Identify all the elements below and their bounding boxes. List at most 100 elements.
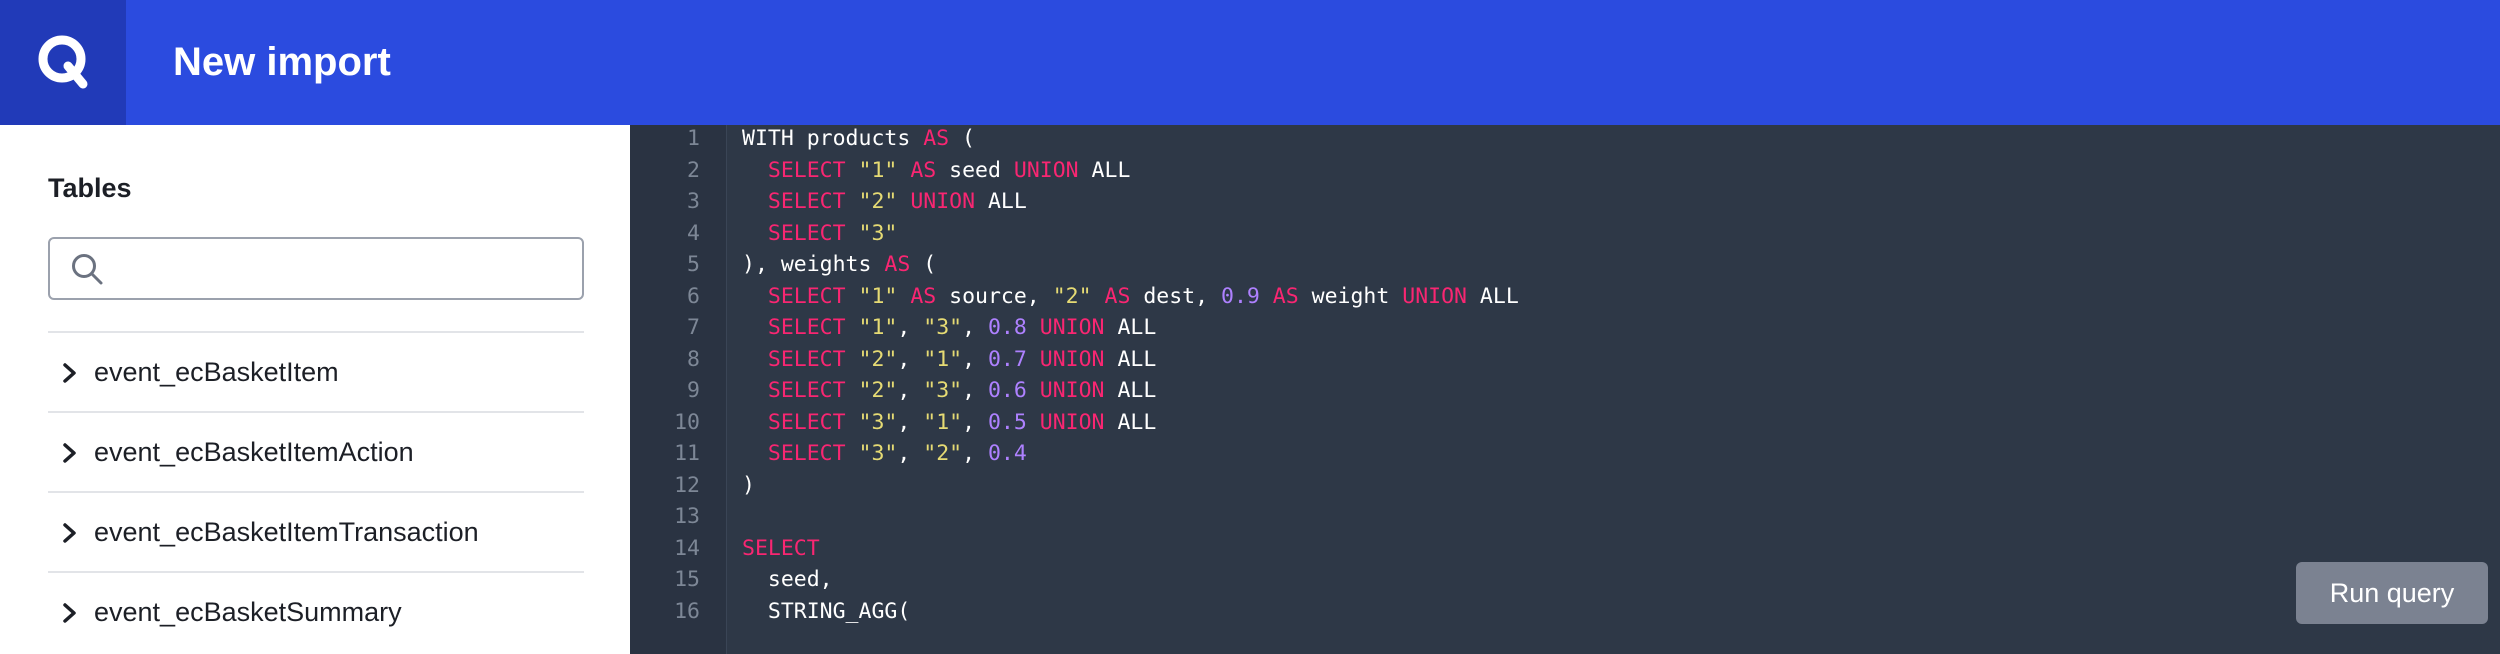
- sql-string: "1": [923, 409, 963, 435]
- sql-number: 0.7: [987, 346, 1027, 372]
- line-number: 7: [687, 315, 700, 340]
- line-number: 16: [674, 598, 700, 624]
- sql-text: ,: [897, 315, 924, 340]
- app-logo[interactable]: [0, 0, 126, 125]
- sql-text: ,: [962, 441, 988, 466]
- sql-text: weight: [1298, 283, 1403, 309]
- sql-string: "3": [858, 220, 898, 246]
- table-item[interactable]: event_ecBasketItem: [48, 331, 584, 411]
- sql-text: ), weights: [742, 252, 885, 277]
- line-number: 9: [687, 378, 700, 403]
- chevron-right-icon: [63, 603, 76, 623]
- table-list: event_ecBasketItem event_ecBasketItemAct…: [48, 331, 584, 651]
- sql-keyword: SELECT: [767, 378, 846, 403]
- line-number: 11: [674, 441, 700, 466]
- sql-keyword: SELECT: [767, 220, 846, 246]
- line-number: 6: [687, 283, 700, 309]
- sql-text: ,: [962, 315, 988, 340]
- sql-text: ALL: [1466, 283, 1519, 309]
- tables-sidebar: Tables event_ecBasketItem event_ecBasket…: [0, 125, 630, 654]
- code-line: SELECT "1", "3", 0.8 UNION ALL: [742, 312, 1156, 344]
- sql-keyword: SELECT: [767, 157, 846, 183]
- sql-string: "3": [923, 315, 963, 340]
- sql-keyword: UNION: [1013, 157, 1079, 183]
- line-number: 15: [674, 567, 700, 592]
- sql-text: ,: [897, 441, 924, 466]
- sql-text: ,: [962, 409, 988, 435]
- sql-string: "3": [858, 441, 898, 466]
- code-line: SELECT "1" AS source, "2" AS dest, 0.9 A…: [742, 281, 1519, 313]
- run-query-button[interactable]: Run query: [2296, 562, 2488, 624]
- sql-keyword: SELECT: [767, 283, 846, 309]
- sql-text: ,: [962, 346, 988, 372]
- sql-keyword: UNION: [1039, 378, 1105, 403]
- line-number: 1: [687, 126, 700, 151]
- code-line: SELECT "2" UNION ALL: [742, 186, 1027, 218]
- line-number: 10: [674, 409, 700, 435]
- sql-keyword: AS: [923, 126, 950, 151]
- table-item[interactable]: event_ecBasketItemAction: [48, 411, 584, 491]
- sql-text: (: [949, 126, 975, 151]
- table-item-label: event_ecBasketItemTransaction: [94, 517, 479, 547]
- sql-text: ,: [897, 378, 924, 403]
- table-search-box[interactable]: [48, 237, 584, 300]
- q-logo-icon: [38, 35, 88, 88]
- sql-text: ): [742, 472, 755, 498]
- sql-keyword: SELECT: [767, 315, 846, 340]
- code-line: ), weights AS (: [742, 249, 936, 281]
- line-number: 13: [674, 504, 700, 529]
- line-number: 8: [687, 346, 700, 372]
- sidebar-title: Tables: [48, 173, 132, 203]
- sql-text: (: [910, 252, 937, 277]
- line-number: 5: [687, 252, 700, 277]
- sql-text: ,: [897, 346, 924, 372]
- sql-number: 0.8: [987, 315, 1027, 340]
- table-item-label: event_ecBasketItem: [94, 357, 339, 387]
- sql-keyword: AS: [884, 252, 911, 277]
- search-icon: [72, 254, 103, 285]
- sql-string: "1": [858, 315, 898, 340]
- sql-string: "3": [923, 378, 963, 403]
- sql-string: "2": [858, 346, 898, 372]
- line-number: 12: [674, 472, 700, 498]
- table-item[interactable]: event_ecBasketItemTransaction: [48, 491, 584, 571]
- sql-text: source,: [936, 283, 1053, 309]
- sql-string: "2": [1052, 283, 1092, 309]
- chevron-right-icon: [63, 363, 76, 383]
- sql-keyword: AS: [1272, 283, 1299, 309]
- sql-string: "2": [923, 441, 963, 466]
- line-number: 14: [674, 535, 700, 561]
- page-title: New import: [173, 40, 391, 84]
- line-number: 2: [687, 157, 700, 183]
- code-line: ): [742, 470, 755, 502]
- table-search-input[interactable]: [120, 239, 574, 300]
- sql-keyword: UNION: [910, 189, 976, 214]
- sql-keyword: SELECT: [767, 346, 846, 372]
- table-item[interactable]: event_ecBasketSummary: [48, 571, 584, 651]
- sql-keyword: SELECT: [742, 535, 820, 561]
- sql-editor[interactable]: 1 WITH products AS (2 SELECT "1" AS seed …: [630, 125, 2500, 654]
- sql-keyword: SELECT: [767, 189, 846, 214]
- sql-number: 0.6: [987, 378, 1027, 403]
- sql-text: seed: [936, 157, 1014, 183]
- sql-text: ALL: [1104, 378, 1157, 403]
- table-item-label: event_ecBasketSummary: [94, 597, 402, 627]
- sql-keyword: UNION: [1039, 346, 1105, 372]
- sql-text: ,: [962, 378, 988, 403]
